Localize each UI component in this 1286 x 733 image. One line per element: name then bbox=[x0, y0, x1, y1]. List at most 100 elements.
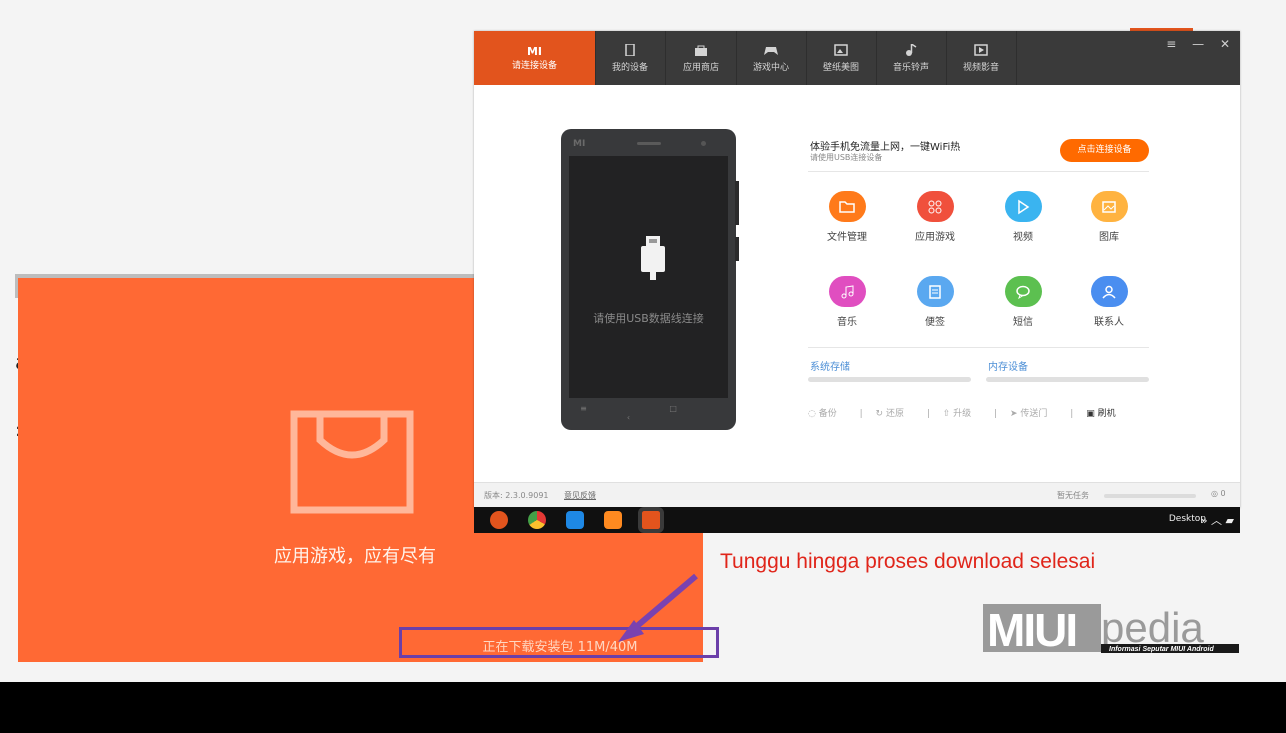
apps-icon bbox=[916, 191, 954, 222]
system-storage-label[interactable]: 系统存储 bbox=[810, 358, 850, 373]
restore-label: 还原 bbox=[885, 409, 904, 419]
promo-title: 体验手机免流量上网，一键WiFi热 bbox=[810, 142, 961, 153]
top-navigation: MI 请连接设备 我的设备 应用商店 游戏中心 壁纸美图 音乐铃声 视频影音 ≡ bbox=[474, 31, 1240, 85]
mi-suite-taskbar-icon[interactable] bbox=[638, 507, 664, 533]
separator: | bbox=[994, 409, 998, 419]
tab-label: 请连接设备 bbox=[511, 61, 557, 71]
restore-action[interactable]: ↻ 还原 bbox=[876, 409, 914, 419]
feature-apps-games[interactable]: 应用游戏 bbox=[895, 191, 975, 243]
connect-device-button[interactable]: 点击连接设备 bbox=[1060, 139, 1149, 162]
svg-text:Informasi Seputar MIUI Android: Informasi Seputar MIUI Android bbox=[1109, 646, 1214, 653]
svg-text:pedia: pedia bbox=[1101, 604, 1204, 651]
tab-connect-device[interactable]: MI 请连接设备 bbox=[474, 31, 596, 85]
feature-gallery[interactable]: 图库 bbox=[1069, 191, 1149, 243]
chrome-icon[interactable] bbox=[528, 511, 546, 529]
tab-app-store[interactable]: 应用商店 bbox=[666, 31, 737, 85]
image-icon bbox=[834, 44, 848, 56]
feature-label: 便签 bbox=[925, 317, 945, 328]
feature-notes[interactable]: 便签 bbox=[895, 276, 975, 328]
feature-messages[interactable]: 短信 bbox=[983, 276, 1063, 328]
task-status: 暂无任务 bbox=[1057, 491, 1089, 500]
folder-icon bbox=[828, 191, 866, 222]
tab-label: 游戏中心 bbox=[752, 63, 789, 73]
backup-label: 备份 bbox=[818, 409, 837, 419]
phone-brand: MI bbox=[573, 139, 586, 149]
phone-camera bbox=[701, 141, 706, 146]
separator: | bbox=[1070, 409, 1074, 419]
gamepad-icon bbox=[764, 47, 778, 55]
tab-label: 视频影音 bbox=[962, 63, 999, 73]
message-icon bbox=[1004, 276, 1042, 307]
tab-wallpaper[interactable]: 壁纸美图 bbox=[806, 31, 877, 85]
minimize-icon[interactable]: — bbox=[1192, 37, 1204, 51]
annotation-caption: Tunggu hingga proses download selesai bbox=[720, 550, 1096, 573]
system-tray[interactable]: » ︿ ▰ bbox=[1201, 512, 1234, 528]
divider bbox=[808, 347, 1149, 348]
feature-label: 文件管理 bbox=[827, 232, 867, 243]
svg-text:MIUI: MIUI bbox=[987, 604, 1076, 654]
miuipedia-logo: MIUI pedia Informasi Seputar MIUI Androi… bbox=[983, 604, 1239, 654]
phone-side-button bbox=[735, 181, 739, 225]
close-icon[interactable]: ✕ bbox=[1220, 37, 1230, 51]
mi-pc-suite-window: MI 请连接设备 我的设备 应用商店 游戏中心 壁纸美图 音乐铃声 视频影音 ≡ bbox=[474, 31, 1240, 509]
window-controls: ≡ — ✕ bbox=[1154, 37, 1230, 51]
portal-label: 传送门 bbox=[1020, 409, 1048, 419]
feedback-link[interactable]: 意见反馈 bbox=[564, 490, 596, 501]
feature-music[interactable]: 音乐 bbox=[807, 276, 887, 328]
feature-label: 应用游戏 bbox=[915, 232, 955, 243]
note-icon bbox=[916, 276, 954, 307]
phone-speaker bbox=[637, 142, 661, 145]
separator: | bbox=[926, 409, 930, 419]
divider bbox=[808, 171, 1149, 172]
portal-action[interactable]: ➤ 传送门 bbox=[1010, 409, 1057, 419]
phone-side-button bbox=[735, 237, 739, 261]
promo-subtitle: 请使用USB连接设备 bbox=[810, 153, 883, 162]
feature-label: 音乐 bbox=[837, 317, 857, 328]
bottom-black-bar bbox=[0, 682, 1286, 733]
feature-label: 联系人 bbox=[1094, 317, 1124, 328]
mi-app-icon[interactable] bbox=[490, 511, 508, 529]
upgrade-action[interactable]: ⇧ 升级 bbox=[943, 409, 981, 419]
tab-game-center[interactable]: 游戏中心 bbox=[736, 31, 807, 85]
contact-icon bbox=[1090, 276, 1128, 307]
internal-storage-label[interactable]: 内存设备 bbox=[988, 358, 1028, 373]
flash-label: 刷机 bbox=[1097, 409, 1116, 419]
bag-icon bbox=[695, 45, 707, 56]
status-bar: 版本: 2.3.0.9091 意见反馈 暂无任务 ◎ 0 bbox=[474, 482, 1240, 509]
tab-my-device[interactable]: 我的设备 bbox=[595, 31, 666, 85]
flash-action[interactable]: ▣ 刷机 bbox=[1086, 409, 1125, 419]
upgrade-label: 升级 bbox=[953, 409, 972, 419]
usb-cable-icon bbox=[641, 236, 665, 280]
video-icon bbox=[974, 44, 988, 56]
feature-video[interactable]: 视频 bbox=[983, 191, 1063, 243]
task-count-value: 0 bbox=[1220, 489, 1226, 498]
tab-video[interactable]: 视频影音 bbox=[946, 31, 1017, 85]
task-count[interactable]: ◎ 0 bbox=[1211, 489, 1226, 498]
slides-app-icon[interactable] bbox=[604, 511, 622, 529]
tab-music[interactable]: 音乐铃声 bbox=[876, 31, 947, 85]
system-storage-bar bbox=[808, 377, 971, 382]
blue-app-icon[interactable] bbox=[566, 511, 584, 529]
task-progress-bar bbox=[1104, 494, 1196, 498]
mi-logo-icon: MI bbox=[526, 45, 543, 58]
windows-taskbar: Desktop » ︿ ▰ bbox=[474, 507, 1240, 533]
gallery-icon bbox=[1090, 191, 1128, 222]
tab-label: 应用商店 bbox=[682, 63, 719, 73]
feature-contacts[interactable]: 联系人 bbox=[1069, 276, 1149, 328]
backup-action[interactable]: ◌ 备份 bbox=[808, 409, 847, 419]
installer-title: 应用游戏，应有尽有 bbox=[274, 546, 436, 567]
phone-nav-keys: ≡ □ ‹ bbox=[580, 404, 717, 422]
music-icon bbox=[828, 276, 866, 307]
tab-label: 我的设备 bbox=[611, 63, 648, 73]
shopping-bag-icon bbox=[290, 410, 414, 514]
action-row: ◌ 备份 | ↻ 还原 | ⇧ 升级 | ➤ 传送门 | ▣ 刷机 bbox=[808, 406, 1153, 419]
version-text: 版本: 2.3.0.9091 bbox=[484, 491, 549, 500]
play-icon bbox=[1004, 191, 1042, 222]
phone-screen: 请使用USB数据线连接 bbox=[569, 156, 728, 398]
feature-file-manager[interactable]: 文件管理 bbox=[807, 191, 887, 243]
arrow-annotation bbox=[618, 573, 698, 642]
feature-label: 图库 bbox=[1099, 232, 1119, 243]
music-note-icon bbox=[906, 44, 917, 56]
feature-label: 视频 bbox=[1013, 232, 1033, 243]
menu-icon[interactable]: ≡ bbox=[1166, 37, 1176, 51]
